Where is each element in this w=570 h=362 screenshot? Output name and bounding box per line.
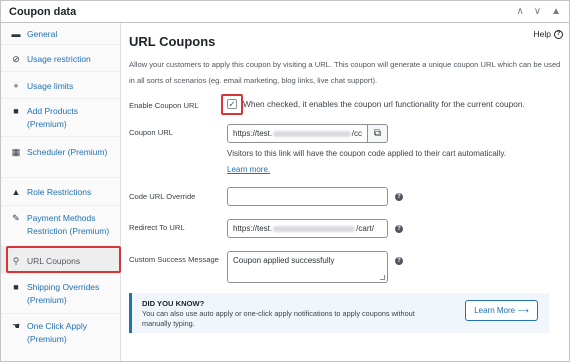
copy-icon: ⧉: [373, 128, 382, 139]
ticket-icon: ▬: [11, 29, 21, 39]
redacted-domain: [273, 130, 351, 137]
tab-scheduler[interactable]: ▦ Scheduler (Premium): [1, 137, 120, 178]
tab-usage-restriction[interactable]: ⊘ Usage restriction: [1, 45, 120, 72]
custom-success-message-label: Custom Success Message: [129, 255, 219, 264]
tab-one-click-apply[interactable]: ☚ One Click Apply (Premium): [1, 314, 120, 354]
calendar-icon: ▦: [11, 147, 21, 157]
notice-title: DID YOU KNOW?: [142, 299, 205, 308]
tab-url-coupons[interactable]: ⚲ URL Coupons: [1, 247, 120, 274]
tab-add-products[interactable]: ■ Add Products (Premium): [1, 99, 120, 137]
tab-label: Payment Methods Restriction (Premium): [27, 213, 110, 236]
did-you-know-notice: DID YOU KNOW? You can also use auto appl…: [129, 293, 549, 333]
coupon-data-panel: Coupon data ∧ ∨ ▲ ▬ General ⊘ Usage rest…: [0, 0, 570, 362]
tab-label: Shipping Overrides (Premium): [27, 282, 100, 305]
tab-label: Scheduler (Premium): [27, 147, 108, 157]
pointer-icon: ☚: [11, 321, 21, 331]
tab-general[interactable]: ▬ General: [1, 23, 120, 45]
tab-label: One Click Apply (Premium): [27, 321, 87, 344]
user-icon: ▲: [11, 187, 21, 197]
learn-more-link[interactable]: Learn more.: [227, 165, 270, 174]
coupon-url-field[interactable]: https://test. /cc: [227, 124, 368, 143]
coupon-tabs-sidebar: ▬ General ⊘ Usage restriction + Usage li…: [1, 23, 121, 361]
tab-role-restrictions[interactable]: ▲ Role Restrictions: [1, 178, 120, 206]
panel-title: Coupon data: [9, 5, 77, 18]
coupon-url-suffix: /cc: [351, 129, 362, 138]
url-coupons-panel: Help ? URL Coupons Allow your customers …: [121, 23, 569, 361]
coupon-url-hint: Visitors to this link will have the coup…: [227, 149, 506, 158]
copy-url-button[interactable]: ⧉: [368, 124, 388, 143]
section-title: URL Coupons: [129, 34, 216, 49]
redirect-to-url-label: Redirect To URL: [129, 223, 185, 232]
coupon-url-prefix: https://test.: [233, 129, 273, 138]
move-up-icon[interactable]: ∧: [516, 6, 523, 17]
tab-label: Usage restriction: [27, 54, 91, 64]
bag-icon: ■: [13, 106, 19, 116]
learn-more-button[interactable]: Learn More ⟶: [465, 300, 538, 321]
wrench-icon: ✎: [12, 213, 20, 223]
redirect-url-suffix: /cart/: [356, 224, 374, 233]
help-link[interactable]: Help ?: [534, 29, 563, 39]
success-message-value: Coupon applied successfully: [233, 256, 335, 265]
enable-coupon-url-checkbox[interactable]: ✓: [227, 99, 237, 109]
move-down-icon[interactable]: ∨: [534, 6, 541, 17]
redirect-to-url-input[interactable]: https://test. /cart/: [227, 219, 388, 238]
tab-usage-limits[interactable]: + Usage limits: [1, 72, 120, 99]
panel-controls: ∧ ∨ ▲: [516, 6, 561, 17]
custom-success-message-textarea[interactable]: Coupon applied successfully: [227, 251, 388, 283]
ban-icon: ⊘: [12, 54, 20, 64]
panel-header: Coupon data ∧ ∨ ▲: [1, 1, 569, 23]
redirect-url-prefix: https://test.: [233, 224, 273, 233]
tab-shipping-overrides[interactable]: ■ Shipping Overrides (Premium): [1, 274, 120, 314]
checkmark-icon: ✓: [228, 98, 236, 109]
enable-coupon-url-description: When checked, it enables the coupon url …: [243, 99, 525, 109]
tab-label: Add Products (Premium): [27, 106, 79, 129]
code-url-override-label: Code URL Override: [129, 192, 196, 201]
truck-icon: ■: [13, 282, 19, 292]
enable-coupon-url-label: Enable Coupon URL: [129, 101, 199, 110]
help-label: Help: [533, 29, 551, 39]
help-icon: ?: [554, 29, 563, 39]
resize-handle-icon[interactable]: [380, 275, 385, 280]
link-icon: ⚲: [12, 256, 20, 266]
question-icon[interactable]: ?: [395, 193, 403, 201]
notice-text: You can also use auto apply or one-click…: [142, 309, 415, 328]
tab-label: URL Coupons: [27, 256, 81, 266]
question-icon[interactable]: ?: [395, 257, 403, 265]
panel-body: ▬ General ⊘ Usage restriction + Usage li…: [1, 23, 569, 361]
tab-payment-methods[interactable]: ✎ Payment Methods Restriction (Premium): [1, 206, 120, 247]
code-url-override-input[interactable]: [227, 187, 388, 206]
coupon-url-label: Coupon URL: [129, 128, 173, 137]
tab-label: Usage limits: [27, 81, 74, 91]
section-description: Allow your customers to apply this coupo…: [129, 60, 561, 85]
plus-icon: +: [13, 81, 19, 91]
tab-label: General: [27, 29, 58, 39]
collapse-icon[interactable]: ▲: [551, 6, 561, 17]
question-icon[interactable]: ?: [395, 225, 403, 233]
tab-label: Role Restrictions: [27, 187, 92, 197]
redacted-domain: [273, 225, 356, 232]
